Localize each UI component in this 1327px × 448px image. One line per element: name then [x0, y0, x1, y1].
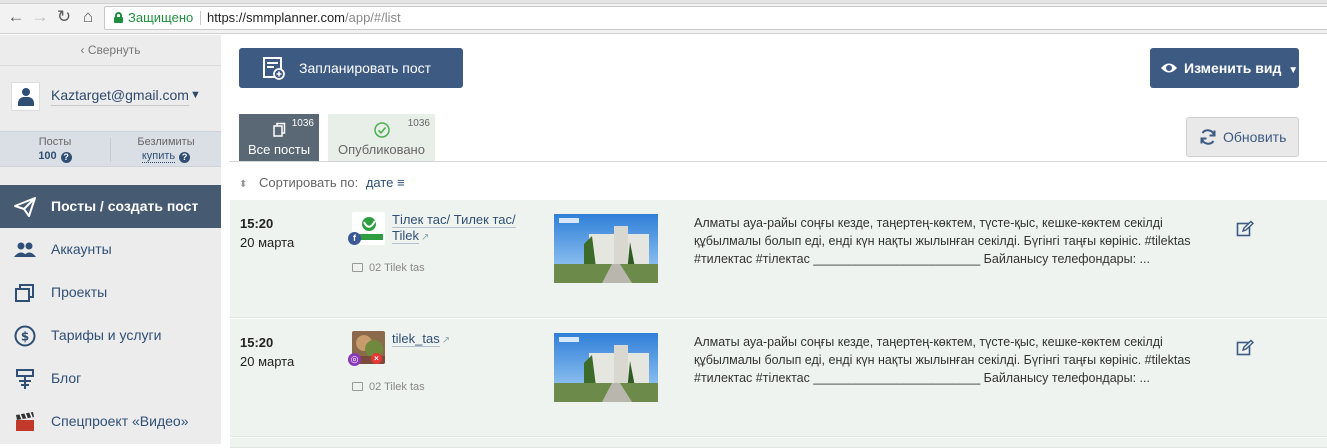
refresh-label: Обновить [1223, 129, 1287, 145]
tab-label: Опубликовано [338, 142, 425, 157]
refresh-button[interactable]: Обновить [1186, 117, 1299, 157]
dollar-icon: $ [14, 325, 36, 347]
post-project: 02 Tilek tas [352, 262, 425, 274]
sidebar: ‹ Свернуть Kaztarget@gmail.com ▼ Посты 1… [0, 35, 231, 444]
user-profile: Kaztarget@gmail.com ▼ [0, 67, 221, 129]
post-image[interactable] [554, 214, 658, 283]
tab-strip [0, 0, 1327, 4]
forward-icon[interactable]: → [31, 8, 49, 26]
change-view-button[interactable]: Изменить вид ▼ [1150, 48, 1299, 88]
browser-toolbar: ← → ↻ ⌂ Защищено https://smmplanner.com/… [0, 0, 1327, 34]
sidebar-item-label: Тарифы и услуги [51, 327, 162, 343]
buy-link[interactable]: купить [141, 150, 176, 163]
sort-lines-icon: ≡ [397, 175, 405, 190]
sidebar-menu: Посты / создать пост Аккаунты Проекты $ … [0, 185, 231, 443]
chevron-down-icon[interactable]: ▼ [190, 89, 201, 101]
folder-icon [352, 263, 363, 272]
avatar [11, 82, 40, 111]
instagram-icon: ◎ [348, 353, 361, 366]
folder-icon [352, 382, 363, 391]
sidebar-item-projects[interactable]: Проекты [0, 271, 221, 314]
sidebar-item-label: Проекты [51, 284, 108, 300]
sort-by-date[interactable]: дате ≡ [366, 175, 405, 190]
unlimited-stat: Безлимиты купить? [137, 136, 195, 163]
sidebar-item-label: Аккаунты [51, 241, 112, 257]
change-view-label: Изменить вид [1184, 60, 1282, 76]
sort-control: ⬍ Сортировать по: дате ≡ [239, 175, 405, 190]
eye-icon [1161, 63, 1177, 73]
refresh-icon [1200, 129, 1216, 145]
reload-icon[interactable]: ↻ [55, 8, 73, 26]
tab-published[interactable]: 1036 Опубликовано [328, 114, 435, 161]
account-link[interactable]: Тілек тас/ Тилек тас/ Tilek ↗ [392, 212, 522, 246]
collapse-sidebar-button[interactable]: ‹ Свернуть [0, 35, 221, 66]
sidebar-item-posts[interactable]: Посты / создать пост [0, 185, 231, 228]
help-icon[interactable]: ? [60, 152, 72, 163]
sidebar-item-label: Блог [51, 370, 82, 386]
secure-label: Защищено [128, 10, 194, 25]
tab-label: Все посты [247, 142, 311, 157]
svg-text:$: $ [21, 330, 29, 344]
user-email[interactable]: Kaztarget@gmail.com [51, 87, 189, 106]
account-link[interactable]: tilek_tas ↗ [392, 331, 522, 349]
schedule-post-label: Запланировать пост [299, 60, 432, 76]
post-text: Алматы ауа-райы соңғы кезде, таңертең-кө… [694, 216, 1191, 266]
tab-count: 1036 [407, 118, 430, 129]
schedule-post-button[interactable]: Запланировать пост [239, 48, 463, 88]
post-row[interactable]: 15:20 20 марта f Тілек тас/ Тилек тас/ T… [230, 200, 1327, 318]
sidebar-item-label: Спецпроект «Видео» [51, 413, 189, 429]
sidebar-item-video[interactable]: Спецпроект «Видео» [0, 400, 221, 443]
back-icon[interactable]: ← [7, 8, 25, 26]
error-badge-icon: × [371, 353, 382, 364]
main-content: Запланировать пост Изменить вид ▼ 1036 В… [221, 35, 1327, 448]
divider [200, 11, 201, 25]
sidebar-item-accounts[interactable]: Аккаунты [0, 228, 221, 271]
address-bar[interactable]: Защищено https://smmplanner.com/app/#/li… [104, 6, 1327, 30]
caret-down-icon: ▼ [1288, 65, 1299, 76]
external-link-icon: ↗ [420, 232, 430, 243]
sidebar-item-label: Посты / создать пост [51, 198, 199, 214]
post-time: 15:20 [240, 216, 274, 231]
edit-icon[interactable] [1236, 220, 1254, 238]
url-text[interactable]: https://smmplanner.com/app/#/list [207, 7, 401, 29]
home-icon[interactable]: ⌂ [79, 8, 97, 26]
lock-icon [114, 12, 123, 23]
projects-icon [15, 284, 34, 302]
post-row[interactable] [230, 438, 1327, 448]
external-link-icon: ↗ [441, 335, 451, 346]
post-project: 02 Tilek tas [352, 381, 425, 393]
tab-all-posts[interactable]: 1036 Все посты [239, 114, 319, 161]
sort-label: Сортировать по: [259, 175, 359, 190]
post-text: Алматы ауа-райы соңғы кезде, таңертең-кө… [694, 335, 1191, 385]
post-image[interactable] [554, 333, 658, 402]
copy-icon [273, 122, 286, 137]
tab-count: 1036 [291, 118, 314, 129]
post-time: 15:20 [240, 335, 274, 350]
send-icon [14, 197, 36, 217]
clapperboard-icon [16, 412, 34, 431]
posts-stat: Посты 100? [38, 136, 72, 163]
posts-count: 100 [38, 150, 57, 162]
post-date: 20 марта [240, 354, 295, 369]
sidebar-item-blog[interactable]: Блог [0, 357, 221, 400]
help-icon[interactable]: ? [179, 152, 191, 163]
post-date: 20 марта [240, 235, 295, 250]
edit-icon[interactable] [1236, 339, 1254, 357]
sort-arrows-icon: ⬍ [239, 179, 248, 190]
calendar-add-icon [263, 57, 285, 80]
tabs-divider [229, 161, 1327, 162]
post-row[interactable]: 15:20 20 марта ◎ × tilek_tas ↗ 02 Tilek t… [230, 319, 1327, 437]
blog-icon [16, 369, 34, 389]
check-circle-icon [373, 122, 390, 138]
account-stats: Посты 100? Безлимиты купить? [0, 131, 221, 167]
sidebar-item-tariffs[interactable]: $ Тарифы и услуги [0, 314, 221, 357]
facebook-icon: f [348, 232, 361, 245]
users-icon [14, 242, 36, 257]
